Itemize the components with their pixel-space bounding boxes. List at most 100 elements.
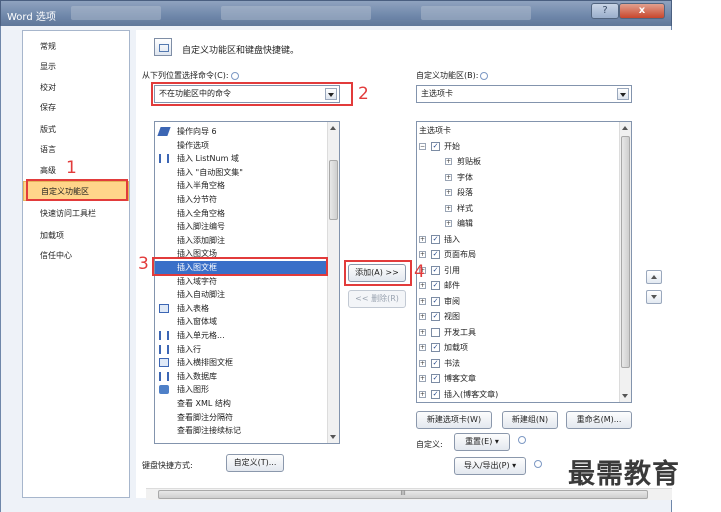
tab-checkbox[interactable]: ✓: [431, 141, 440, 151]
ribbon-tree-item[interactable]: + 样式: [417, 202, 617, 215]
nav-item[interactable]: 常规: [23, 37, 129, 57]
command-item[interactable]: 插入窗体域: [155, 315, 327, 328]
help-button[interactable]: ?: [591, 3, 619, 19]
scroll-up-icon[interactable]: [622, 126, 628, 130]
expand-icon[interactable]: +: [445, 204, 452, 212]
tab-checkbox[interactable]: ✓: [431, 389, 440, 399]
ribbon-tree-item[interactable]: + ✓ 博客文章: [417, 372, 617, 385]
command-item[interactable]: 插入图形: [155, 383, 327, 396]
tab-checkbox[interactable]: [431, 327, 440, 337]
ribbon-tree-item[interactable]: + ✓ 加载项: [417, 341, 617, 354]
rename-button[interactable]: 重命名(M)...: [566, 411, 632, 429]
command-item[interactable]: 插入自动脚注: [155, 288, 327, 301]
expand-icon[interactable]: +: [445, 220, 452, 227]
scroll-thumb[interactable]: III: [158, 490, 648, 499]
expand-icon[interactable]: +: [419, 328, 426, 336]
expand-icon[interactable]: +: [419, 251, 426, 258]
command-item[interactable]: 插入半角空格: [155, 179, 327, 192]
tab-checkbox[interactable]: ✓: [431, 250, 440, 259]
nav-item[interactable]: 版式: [23, 120, 129, 140]
command-item[interactable]: 插入域字符: [155, 275, 327, 288]
command-item[interactable]: 插入横排图文框: [155, 356, 327, 369]
tab-checkbox[interactable]: ✓: [431, 312, 440, 321]
ribbon-tree-item[interactable]: − ✓ 开始: [417, 140, 617, 153]
ribbon-tree-item[interactable]: + ✓ 插入(博客文章): [417, 388, 617, 401]
new-group-button[interactable]: 新建组(N): [502, 411, 558, 429]
ribbon-tree-item[interactable]: + ✓ 视图: [417, 310, 617, 323]
expand-icon[interactable]: +: [419, 282, 426, 289]
ribbon-tree-item[interactable]: + ✓ 审阅: [417, 295, 617, 308]
close-button[interactable]: x: [619, 3, 665, 19]
tab-checkbox[interactable]: ✓: [431, 343, 440, 352]
collapse-icon[interactable]: −: [419, 142, 426, 150]
ribbon-tree-item[interactable]: + ✓ 页面布局: [417, 248, 617, 261]
ribbon-tree[interactable]: + ✓ 插入(博客文章) + ✓ 博客文章 + ✓ 书法 + ✓ 加载项 + 开发工具 + ✓ 视图 + ✓ 审阅 + ✓…: [416, 121, 632, 403]
commands-list-scrollbar[interactable]: [327, 122, 339, 443]
command-item[interactable]: 插入 ListNum 域: [155, 152, 327, 165]
scroll-thumb[interactable]: [621, 136, 630, 368]
tab-checkbox[interactable]: ✓: [431, 265, 440, 275]
ribbon-tree-item[interactable]: + 剪贴板: [417, 155, 617, 168]
ribbon-tabs-combo[interactable]: 主选项卡: [416, 85, 632, 103]
nav-item[interactable]: 语言: [23, 140, 129, 160]
expand-icon[interactable]: +: [419, 375, 426, 382]
scroll-down-icon[interactable]: [622, 394, 628, 398]
customize-shortcuts-button[interactable]: 自定义(T)...: [226, 454, 284, 472]
new-tab-button[interactable]: 新建选项卡(W): [416, 411, 492, 429]
command-item[interactable]: 操作选项: [155, 139, 327, 152]
move-down-button[interactable]: [646, 290, 662, 304]
command-item[interactable]: 插入单元格...: [155, 329, 327, 342]
tab-checkbox[interactable]: ✓: [431, 234, 440, 244]
command-item[interactable]: 查看脚注接续标记: [155, 424, 327, 437]
ribbon-tree-item[interactable]: + ✓ 书法: [417, 357, 617, 370]
expand-icon[interactable]: +: [419, 313, 426, 320]
expand-icon[interactable]: +: [419, 235, 426, 243]
import-export-button[interactable]: 导入/导出(P) ▾: [454, 457, 526, 475]
command-item[interactable]: 查看 XML 结构: [155, 397, 327, 410]
expand-icon[interactable]: +: [419, 297, 426, 305]
nav-item[interactable]: 加载项: [23, 226, 129, 246]
command-item[interactable]: 操作向导 6: [155, 125, 327, 138]
nav-item[interactable]: 快速访问工具栏: [23, 204, 129, 224]
command-item[interactable]: 插入表格: [155, 302, 327, 315]
expand-icon[interactable]: +: [419, 359, 426, 367]
command-item[interactable]: 插入全角空格: [155, 207, 327, 220]
expand-icon[interactable]: +: [445, 189, 452, 196]
nav-item[interactable]: 保存: [23, 98, 129, 118]
tab-checkbox[interactable]: ✓: [431, 296, 440, 306]
remove-button[interactable]: << 删除(R): [348, 290, 406, 308]
command-item[interactable]: 插入添加脚注: [155, 234, 327, 247]
nav-item[interactable]: 信任中心: [23, 246, 129, 266]
command-item[interactable]: 插入数据库: [155, 370, 327, 383]
scroll-up-icon[interactable]: [330, 126, 336, 130]
ribbon-tree-item[interactable]: + 段落: [417, 186, 617, 199]
ribbon-tree-item[interactable]: + 字体: [417, 171, 617, 184]
ribbon-tree-item[interactable]: + 开发工具: [417, 326, 617, 339]
command-item[interactable]: 插入 "自动图文集": [155, 166, 327, 179]
scroll-down-icon[interactable]: [330, 435, 336, 439]
tab-checkbox[interactable]: ✓: [431, 281, 440, 290]
expand-icon[interactable]: +: [419, 344, 426, 351]
expand-icon[interactable]: +: [445, 158, 452, 165]
command-item[interactable]: 查看脚注分隔符: [155, 411, 327, 424]
ribbon-tree-item[interactable]: 主选项卡: [417, 124, 617, 137]
ribbon-tree-scrollbar[interactable]: [619, 122, 631, 402]
ribbon-tree-item[interactable]: + ✓ 引用: [417, 264, 617, 277]
commands-list[interactable]: 查看脚注接续标记 查看脚注分隔符 查看 XML 结构 插入图形 插入数据库 插入横排图文框…: [154, 121, 340, 444]
tab-checkbox[interactable]: ✓: [431, 374, 440, 383]
reset-button[interactable]: 重置(E) ▾: [454, 433, 510, 451]
expand-icon[interactable]: +: [445, 173, 452, 181]
tab-checkbox[interactable]: ✓: [431, 358, 440, 368]
ribbon-tree-item[interactable]: + ✓ 插入: [417, 233, 617, 246]
command-item[interactable]: 插入行: [155, 343, 327, 356]
nav-item[interactable]: 校对: [23, 78, 129, 98]
chevron-down-icon[interactable]: [617, 88, 629, 100]
scroll-thumb[interactable]: [329, 160, 338, 220]
ribbon-tree-item[interactable]: + 编辑: [417, 217, 617, 230]
move-up-button[interactable]: [646, 270, 662, 284]
command-item[interactable]: 插入脚注编号: [155, 220, 327, 233]
ribbon-tree-item[interactable]: + ✓ 邮件: [417, 279, 617, 292]
command-item[interactable]: 插入分节符: [155, 193, 327, 206]
nav-item[interactable]: 显示: [23, 57, 129, 77]
expand-icon[interactable]: +: [419, 390, 426, 398]
